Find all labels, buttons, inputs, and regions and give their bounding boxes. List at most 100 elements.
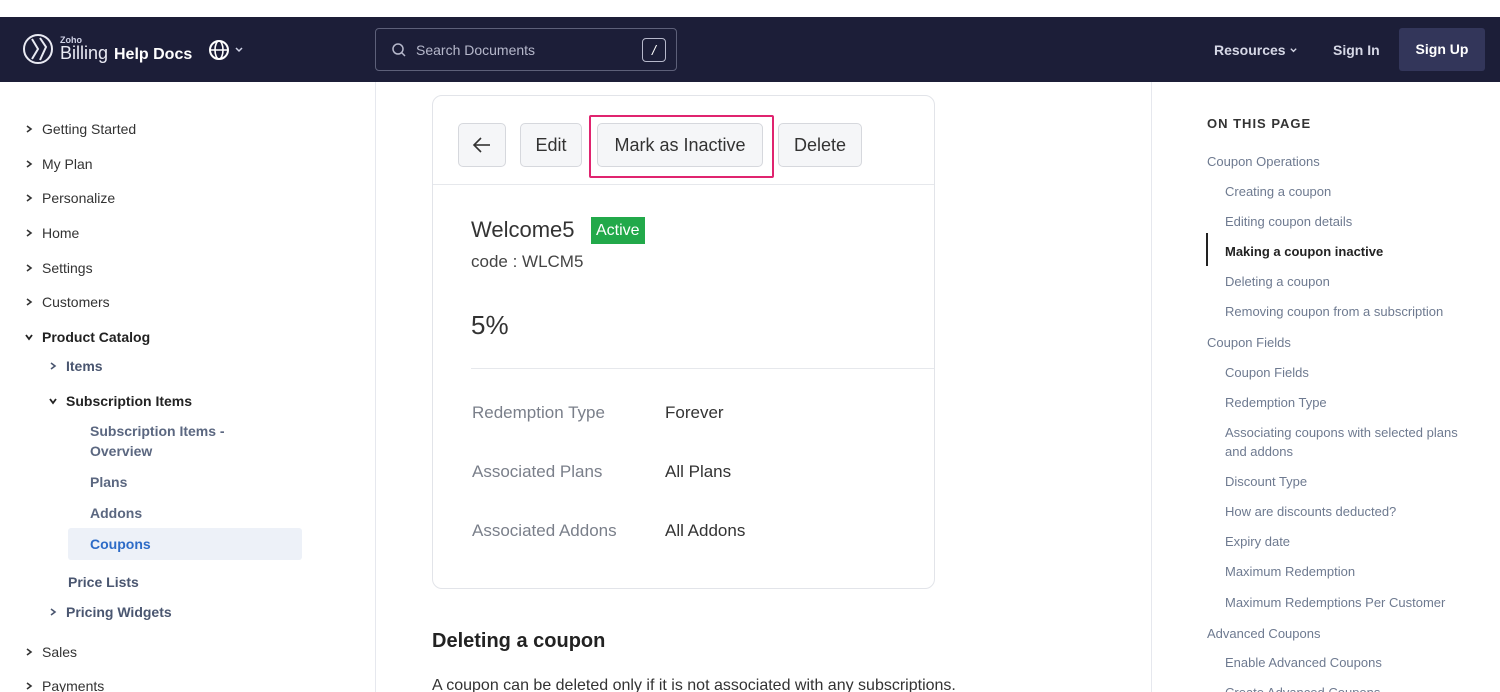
associated-addons-label: Associated Addons <box>472 521 617 540</box>
back-button[interactable] <box>458 123 506 167</box>
sidebar-item-sales[interactable]: Sales <box>22 644 77 660</box>
toc-link-removing-coupon[interactable]: Removing coupon from a subscription <box>1225 302 1443 321</box>
sidebar-item-customers[interactable]: Customers <box>22 294 110 310</box>
sidebar-item-price-lists[interactable]: Price Lists <box>68 572 139 592</box>
search-box[interactable]: Search Documents / <box>375 28 677 71</box>
toc-link-coupon-operations[interactable]: Coupon Operations <box>1207 154 1320 169</box>
sidebar-item-label: Payments <box>42 678 105 692</box>
sidebar-item-my-plan[interactable]: My Plan <box>22 156 93 172</box>
sidebar-item-label: Sales <box>42 644 78 660</box>
redemption-type-label: Redemption Type <box>472 403 605 422</box>
toc-link-expiry-date[interactable]: Expiry date <box>1225 532 1290 551</box>
associated-addons-value: All Addons <box>665 521 746 540</box>
sidebar-item-label: Settings <box>42 260 93 276</box>
toc-link-creating-a-coupon[interactable]: Creating a coupon <box>1225 182 1331 201</box>
chevron-right-icon <box>46 359 60 373</box>
toc-link-associating-coupons[interactable]: Associating coupons with selected plans … <box>1225 423 1465 461</box>
arrow-left-icon <box>472 137 490 153</box>
chevron-down-icon <box>1289 47 1297 52</box>
logo[interactable]: Zoho Billing Help Docs <box>22 33 200 65</box>
chevron-right-icon <box>22 191 36 205</box>
search-placeholder: Search Documents <box>416 42 536 58</box>
chevron-down-icon <box>46 394 60 408</box>
sidebar-item-label: Items <box>66 358 103 374</box>
globe-icon <box>209 40 229 60</box>
content-divider-right <box>1151 82 1152 692</box>
toc-link-deleting-a-coupon[interactable]: Deleting a coupon <box>1225 272 1330 291</box>
language-selector[interactable] <box>208 39 244 61</box>
toc-title: ON THIS PAGE <box>1207 116 1312 131</box>
logo-billing-text: Billing <box>60 43 109 63</box>
toc-link-maximum-redemption[interactable]: Maximum Redemption <box>1225 562 1355 581</box>
chevron-down-icon <box>235 47 243 53</box>
sidebar-item-label: My Plan <box>42 156 93 172</box>
sidebar-navigation: Getting Started My Plan Personalize Home… <box>0 82 375 692</box>
toc-link-coupon-fields-section[interactable]: Coupon Fields <box>1207 335 1291 350</box>
sidebar-item-personalize[interactable]: Personalize <box>22 190 115 206</box>
toc-link-editing-coupon-details[interactable]: Editing coupon details <box>1225 212 1352 231</box>
toc-link-redemption-type[interactable]: Redemption Type <box>1225 393 1327 412</box>
sign-up-button[interactable]: Sign Up <box>1399 28 1485 71</box>
highlight-box <box>589 115 774 178</box>
associated-plans-label: Associated Plans <box>472 462 603 481</box>
sidebar-item-settings[interactable]: Settings <box>22 260 93 276</box>
toc-active-indicator <box>1206 233 1208 266</box>
toolbar-divider <box>433 184 934 185</box>
toc-link-coupon-fields[interactable]: Coupon Fields <box>1225 363 1309 382</box>
coupon-name: Welcome5 <box>471 217 575 242</box>
toc-link-create-advanced-coupons[interactable]: Create Advanced Coupons <box>1225 683 1380 692</box>
delete-button[interactable]: Delete <box>778 123 862 167</box>
toc-link-enable-advanced-coupons[interactable]: Enable Advanced Coupons <box>1225 653 1382 672</box>
coupon-discount: 5% <box>471 310 509 340</box>
nav-resources[interactable]: Resources <box>1214 42 1298 58</box>
chevron-right-icon <box>22 261 36 275</box>
sidebar-item-subscription-items[interactable]: Subscription Items <box>46 393 192 409</box>
sidebar-item-label: Subscription Items <box>66 393 193 409</box>
section-paragraph: A coupon can be deleted only if it is no… <box>432 677 956 692</box>
top-navigation-bar: Zoho Billing Help Docs Search Documents … <box>0 17 1500 82</box>
toc-link-advanced-coupons[interactable]: Advanced Coupons <box>1207 626 1320 641</box>
sidebar-item-coupons[interactable]: Coupons <box>68 528 302 560</box>
toc-link-discount-type[interactable]: Discount Type <box>1225 472 1307 491</box>
chevron-right-icon <box>22 122 36 136</box>
section-heading: Deleting a coupon <box>432 630 606 652</box>
sidebar-item-label: Home <box>42 225 80 241</box>
chevron-down-icon <box>22 330 36 344</box>
coupon-details-screenshot: Edit Mark as Inactive Delete Welcome5 Ac… <box>432 95 935 589</box>
sidebar-item-label: Getting Started <box>42 121 137 137</box>
coupon-code: code : WLCM5 <box>471 252 584 271</box>
sidebar-item-subscription-items-overview[interactable]: Subscription Items - Overview <box>90 421 260 461</box>
toc-link-maximum-redemptions-per-customer[interactable]: Maximum Redemptions Per Customer <box>1225 593 1445 612</box>
sidebar-item-items[interactable]: Items <box>46 358 103 374</box>
edit-button[interactable]: Edit <box>520 123 582 167</box>
redemption-type-value: Forever <box>665 403 724 422</box>
toc-link-making-a-coupon-inactive[interactable]: Making a coupon inactive <box>1225 242 1383 261</box>
associated-plans-value: All Plans <box>665 462 732 481</box>
details-divider <box>471 368 934 369</box>
search-shortcut-key: / <box>642 38 666 62</box>
logo-help-docs-text: Help Docs <box>114 46 193 63</box>
chevron-right-icon <box>22 226 36 240</box>
sidebar-item-plans[interactable]: Plans <box>90 472 127 492</box>
sign-in-link[interactable]: Sign In <box>1333 42 1380 58</box>
sidebar-item-label: Customers <box>42 294 110 310</box>
search-icon <box>392 43 406 57</box>
chevron-right-icon <box>22 157 36 171</box>
sidebar-item-pricing-widgets[interactable]: Pricing Widgets <box>46 604 172 620</box>
nav-resources-label: Resources <box>1214 42 1286 58</box>
zoho-billing-logo-icon <box>23 34 53 64</box>
sidebar-item-getting-started[interactable]: Getting Started <box>22 121 136 137</box>
sidebar-item-label: Pricing Widgets <box>66 604 172 620</box>
toc-link-discounts-deducted[interactable]: How are discounts deducted? <box>1225 502 1396 521</box>
content-divider-left <box>375 82 376 692</box>
sidebar-item-home[interactable]: Home <box>22 225 79 241</box>
sidebar-item-label: Product Catalog <box>42 329 151 345</box>
chevron-right-icon <box>22 295 36 309</box>
sidebar-item-payments[interactable]: Payments <box>22 678 104 692</box>
sidebar-item-product-catalog[interactable]: Product Catalog <box>22 329 150 345</box>
chevron-right-icon <box>22 679 36 692</box>
sidebar-item-label: Personalize <box>42 190 116 206</box>
status-badge: Active <box>591 217 645 244</box>
chevron-right-icon <box>46 605 60 619</box>
sidebar-item-addons[interactable]: Addons <box>90 503 142 523</box>
